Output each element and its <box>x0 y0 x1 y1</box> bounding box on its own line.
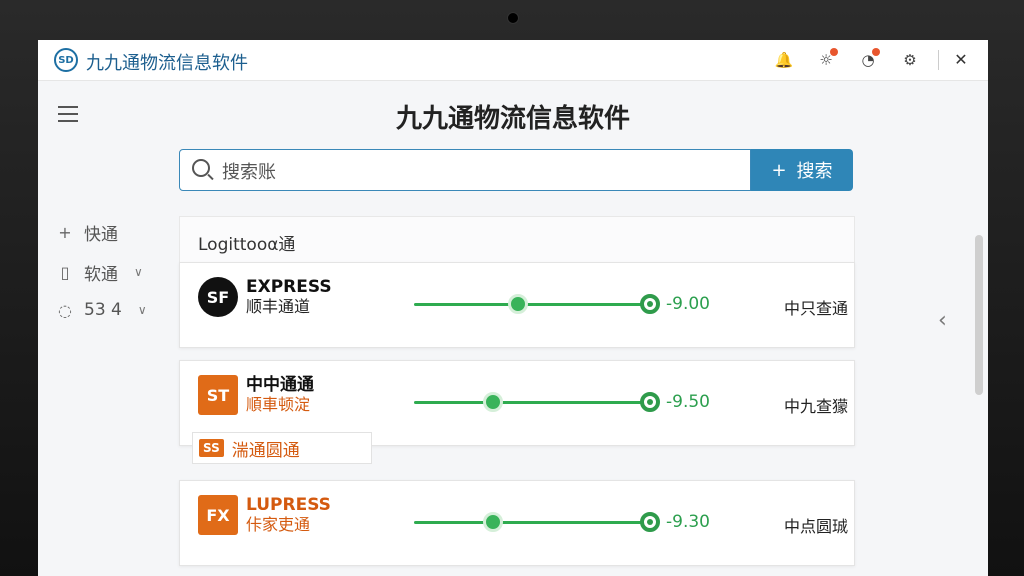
progress-knob[interactable] <box>482 512 503 532</box>
chat-icon: ◌ <box>58 300 72 320</box>
carrier-logo: FX <box>198 495 238 535</box>
scrollbar[interactable] <box>975 235 983 395</box>
chevron-down-icon[interactable]: ∨ <box>134 265 143 279</box>
app-title: 九九通物流信息软件 <box>86 53 248 74</box>
progress-knob[interactable] <box>482 392 503 412</box>
tracking-status[interactable]: 中只查通 <box>784 295 848 319</box>
app-window: SD 九九通物流信息软件 🔔 ☼ ◔ ⚙ ✕ 九九通物流信息软件 + 搜索 + … <box>38 40 988 576</box>
sidebar-item-label: 快通 <box>84 224 118 245</box>
carrier-subname: 顺丰通道 <box>246 297 311 316</box>
plus-icon: + <box>771 159 787 181</box>
rate-value: -9.50 <box>666 392 710 412</box>
plus-icon: + <box>58 222 72 242</box>
progress-end-knob[interactable] <box>640 512 660 532</box>
app-logo: SD <box>54 48 78 72</box>
bell-icon[interactable]: 🔔 <box>774 50 794 70</box>
progress-end-knob[interactable] <box>640 294 660 314</box>
title-bar: SD 九九通物流信息软件 🔔 ☼ ◔ ⚙ ✕ <box>38 40 988 81</box>
carrier-name: 中中通通 <box>246 375 314 395</box>
search-button[interactable]: + 搜索 <box>751 149 853 191</box>
tracking-status[interactable]: 中点圆珹 <box>784 513 848 537</box>
list-header: Logittooα通 <box>179 216 855 264</box>
progress-slider[interactable] <box>414 294 660 314</box>
sub-carrier-name: 湍通圆通 <box>231 440 300 461</box>
close-icon[interactable]: ✕ <box>950 49 972 71</box>
progress-slider[interactable] <box>414 512 660 532</box>
search-box <box>179 149 751 191</box>
tracking-status[interactable]: 中九查獴 <box>784 393 848 417</box>
sub-carrier-tag[interactable]: SS 湍通圆通 <box>192 432 372 464</box>
alert-icon[interactable]: ◔ <box>858 48 880 70</box>
search-icon <box>192 159 210 177</box>
progress-slider[interactable] <box>414 392 660 412</box>
carrier-subname: 順車顿淀 <box>246 395 311 414</box>
carrier-name: LUPRESS <box>246 495 331 515</box>
settings-icon[interactable]: ⚙ <box>900 50 920 70</box>
page-title: 九九通物流信息软件 <box>395 104 630 134</box>
rate-value: -9.30 <box>666 512 710 532</box>
carrier-logo: ST <box>198 375 238 415</box>
carrier-brand: SF EXPRESS 顺丰通道 <box>198 277 332 317</box>
carrier-brand: ST 中中通通 順車顿淀 <box>198 375 314 415</box>
list-header-text: Logittooα通 <box>198 235 296 255</box>
notification-dot <box>830 48 838 56</box>
alert-dot <box>872 48 880 56</box>
carrier-card-1[interactable]: SF EXPRESS 顺丰通道 -9.00 中只查通 <box>179 262 855 348</box>
document-icon: ▯ <box>60 262 70 282</box>
sidebar-item-label: 53 4 <box>84 300 122 320</box>
chevron-down-icon[interactable]: ∨ <box>138 303 147 317</box>
sidebar-item-534[interactable]: ◌ 53 4 ∨ <box>56 298 147 322</box>
carrier-logo: SF <box>198 277 238 317</box>
sidebar-item-ruantong[interactable]: ▯ 软通 ∨ <box>56 260 143 285</box>
carrier-name: EXPRESS <box>246 277 332 297</box>
search-button-label: 搜索 <box>796 161 833 182</box>
progress-knob[interactable] <box>508 294 529 314</box>
search-input[interactable] <box>220 156 724 186</box>
rate-value: -9.00 <box>666 294 710 314</box>
sidebar-item-label: 软通 <box>84 264 118 285</box>
sidebar-item-kuaitong[interactable]: + 快通 <box>56 220 118 245</box>
carrier-subname: 佧家吏通 <box>246 515 311 534</box>
sub-carrier-logo: SS <box>199 439 224 457</box>
notification-icon[interactable]: ☼ <box>816 48 838 70</box>
carrier-brand: FX LUPRESS 佧家吏通 <box>198 495 331 535</box>
carrier-card-2[interactable]: ST 中中通通 順車顿淀 -9.50 中九查獴 SS 湍通圆通 <box>179 360 855 464</box>
carrier-card-3[interactable]: FX LUPRESS 佧家吏通 -9.30 中点圆珹 <box>179 480 855 566</box>
camera <box>507 12 519 24</box>
chevron-left-icon[interactable]: ‹ <box>938 308 947 333</box>
progress-end-knob[interactable] <box>640 392 660 412</box>
titlebar-divider <box>938 50 939 70</box>
